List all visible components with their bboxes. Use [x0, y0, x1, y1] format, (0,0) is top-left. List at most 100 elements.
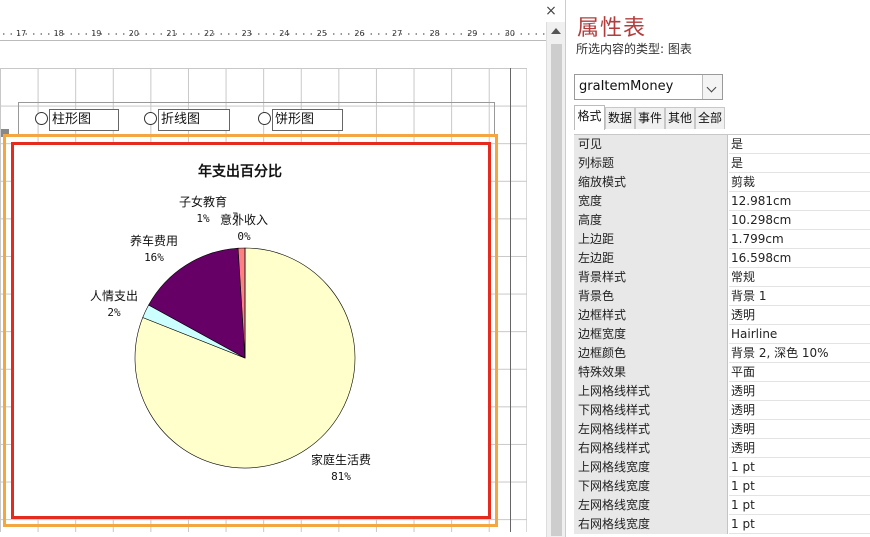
- slice-percent-label: 81%: [331, 470, 351, 483]
- property-row[interactable]: 高度 10.298cm: [574, 211, 870, 230]
- ruler-tick-label: 27: [392, 29, 403, 38]
- property-value[interactable]: 透明: [729, 401, 870, 420]
- radio-button[interactable]: [258, 112, 271, 125]
- property-row[interactable]: 上边距 1.799cm: [574, 230, 870, 249]
- property-name: 上网格线样式: [574, 382, 728, 401]
- property-value[interactable]: 透明: [729, 306, 870, 325]
- property-name: 上边距: [574, 230, 728, 249]
- slice-name-label: 子女教育: [179, 194, 227, 209]
- slice-name-label: 养车费用: [130, 233, 178, 248]
- property-row[interactable]: 列标题是: [574, 154, 870, 173]
- property-row[interactable]: 右网格线宽度 1 pt: [574, 515, 870, 534]
- property-row[interactable]: 可见是: [574, 135, 870, 154]
- property-row[interactable]: 上网格线样式 透明: [574, 382, 870, 401]
- ruler-dots: [0, 32, 546, 36]
- radio-button[interactable]: [35, 112, 48, 125]
- property-value[interactable]: 1 pt: [729, 477, 870, 496]
- ruler-tick-label: 20: [128, 29, 139, 38]
- form-designer[interactable]: × 17 18 19 20 21 22 23 24 25 26 27 28 29 30 柱形图 折线图 饼…: [0, 0, 565, 537]
- property-name: 左网格线样式: [574, 420, 728, 439]
- property-value[interactable]: 1.799cm: [729, 230, 870, 249]
- slice-percent-label: 2%: [107, 306, 121, 319]
- selected-object-name: graItemMoney: [579, 79, 674, 94]
- property-value[interactable]: 1 pt: [729, 515, 870, 534]
- property-row[interactable]: 上网格线宽度 1 pt: [574, 458, 870, 477]
- property-list: 可见是列标题是缩放模式 剪裁 宽度 12.981cm 高度 10.298cm 上边距 1.79…: [574, 134, 870, 534]
- tab-format[interactable]: 格式: [574, 105, 605, 130]
- property-value[interactable]: 背景 2, 深色 10%: [729, 344, 870, 363]
- property-row[interactable]: 左网格线样式 透明: [574, 420, 870, 439]
- vertical-scrollbar[interactable]: [546, 22, 565, 537]
- ruler-tick-label: 17: [16, 29, 27, 38]
- property-value[interactable]: 12.981cm: [729, 192, 870, 211]
- property-row[interactable]: 下网格线样式 透明: [574, 401, 870, 420]
- property-value[interactable]: 16.598cm: [729, 249, 870, 268]
- property-row[interactable]: 左网格线宽度 1 pt: [574, 496, 870, 515]
- ruler-tick-label: 18: [53, 29, 64, 38]
- property-value[interactable]: 是: [729, 135, 870, 154]
- property-name: 背景样式: [574, 268, 728, 287]
- property-name: 右网格线宽度: [574, 515, 728, 534]
- property-value[interactable]: 1 pt: [729, 496, 870, 515]
- slice-name-label: 意外收入: [220, 212, 268, 227]
- property-name: 上网格线宽度: [574, 458, 728, 477]
- tab-all[interactable]: 全部: [695, 107, 725, 129]
- property-row[interactable]: 左边距 16.598cm: [574, 249, 870, 268]
- selection-type-label: 所选内容的类型: 图表: [576, 42, 692, 56]
- property-name: 可见: [574, 135, 728, 154]
- property-row[interactable]: 边框宽度 Hairline: [574, 325, 870, 344]
- property-value[interactable]: 是: [729, 154, 870, 173]
- property-row[interactable]: 下网格线宽度 1 pt: [574, 477, 870, 496]
- option-label: 柱形图: [49, 109, 119, 131]
- object-selector-dropdown[interactable]: graItemMoney: [574, 74, 723, 100]
- property-row[interactable]: 边框颜色 背景 2, 深色 10%: [574, 344, 870, 363]
- ruler-tick-label: 28: [429, 29, 440, 38]
- form-right-edge[interactable]: [510, 68, 511, 532]
- property-row[interactable]: 边框样式 透明: [574, 306, 870, 325]
- property-name: 特殊效果: [574, 363, 728, 382]
- property-row[interactable]: 缩放模式 剪裁: [574, 173, 870, 192]
- property-value[interactable]: 背景 1: [729, 287, 870, 306]
- ruler-tick-label: 30: [504, 29, 515, 38]
- property-row[interactable]: 宽度 12.981cm: [574, 192, 870, 211]
- property-name: 边框样式: [574, 306, 728, 325]
- property-value[interactable]: 透明: [729, 420, 870, 439]
- property-row[interactable]: 特殊效果 平面: [574, 363, 870, 382]
- slice-percent-label: 1%: [196, 212, 210, 225]
- property-value[interactable]: 常规: [729, 268, 870, 287]
- property-value[interactable]: 1 pt: [729, 458, 870, 477]
- ruler-tick-label: 29: [467, 29, 478, 38]
- ruler-tick-label: 25: [316, 29, 327, 38]
- ruler-tick-label: 26: [354, 29, 365, 38]
- scroll-up-icon[interactable]: [551, 28, 561, 34]
- tab-other[interactable]: 其他: [665, 107, 695, 129]
- pie-chart[interactable]: 年支出百分比 家庭生活费 81% 人情支出 2% 养车费用 16% 子女教育 1% 意外收入 0%: [11, 142, 491, 519]
- property-value[interactable]: 透明: [729, 382, 870, 401]
- property-name: 宽度: [574, 192, 728, 211]
- slice-name-label: 家庭生活费: [311, 452, 371, 467]
- property-name: 背景色: [574, 287, 728, 306]
- close-icon[interactable]: ×: [541, 1, 561, 21]
- radio-button[interactable]: [144, 112, 157, 125]
- chart-title: 年支出百分比: [198, 163, 282, 180]
- horizontal-ruler: 17 18 19 20 21 22 23 24 25 26 27 28 29 30: [0, 27, 546, 41]
- property-value[interactable]: Hairline: [729, 325, 870, 344]
- property-name: 下网格线样式: [574, 401, 728, 420]
- property-sheet-title: 属性表: [577, 16, 647, 41]
- property-name: 右网格线样式: [574, 439, 728, 458]
- ruler-tick-label: 24: [279, 29, 290, 38]
- property-value[interactable]: 10.298cm: [729, 211, 870, 230]
- property-value[interactable]: 剪裁: [729, 173, 870, 192]
- property-row[interactable]: 背景色 背景 1: [574, 287, 870, 306]
- property-sheet: 属性表 所选内容的类型: 图表 graItemMoney 格式 数据 事件 其他…: [565, 0, 870, 537]
- property-row[interactable]: 右网格线样式 透明: [574, 439, 870, 458]
- property-value[interactable]: 平面: [729, 363, 870, 382]
- tab-event[interactable]: 事件: [635, 107, 665, 129]
- property-name: 边框宽度: [574, 325, 728, 344]
- property-row[interactable]: 背景样式 常规: [574, 268, 870, 287]
- scroll-thumb[interactable]: [551, 44, 562, 536]
- property-name: 缩放模式: [574, 173, 728, 192]
- property-value[interactable]: 透明: [729, 439, 870, 458]
- chevron-down-icon[interactable]: [702, 75, 722, 99]
- tab-data[interactable]: 数据: [605, 107, 635, 129]
